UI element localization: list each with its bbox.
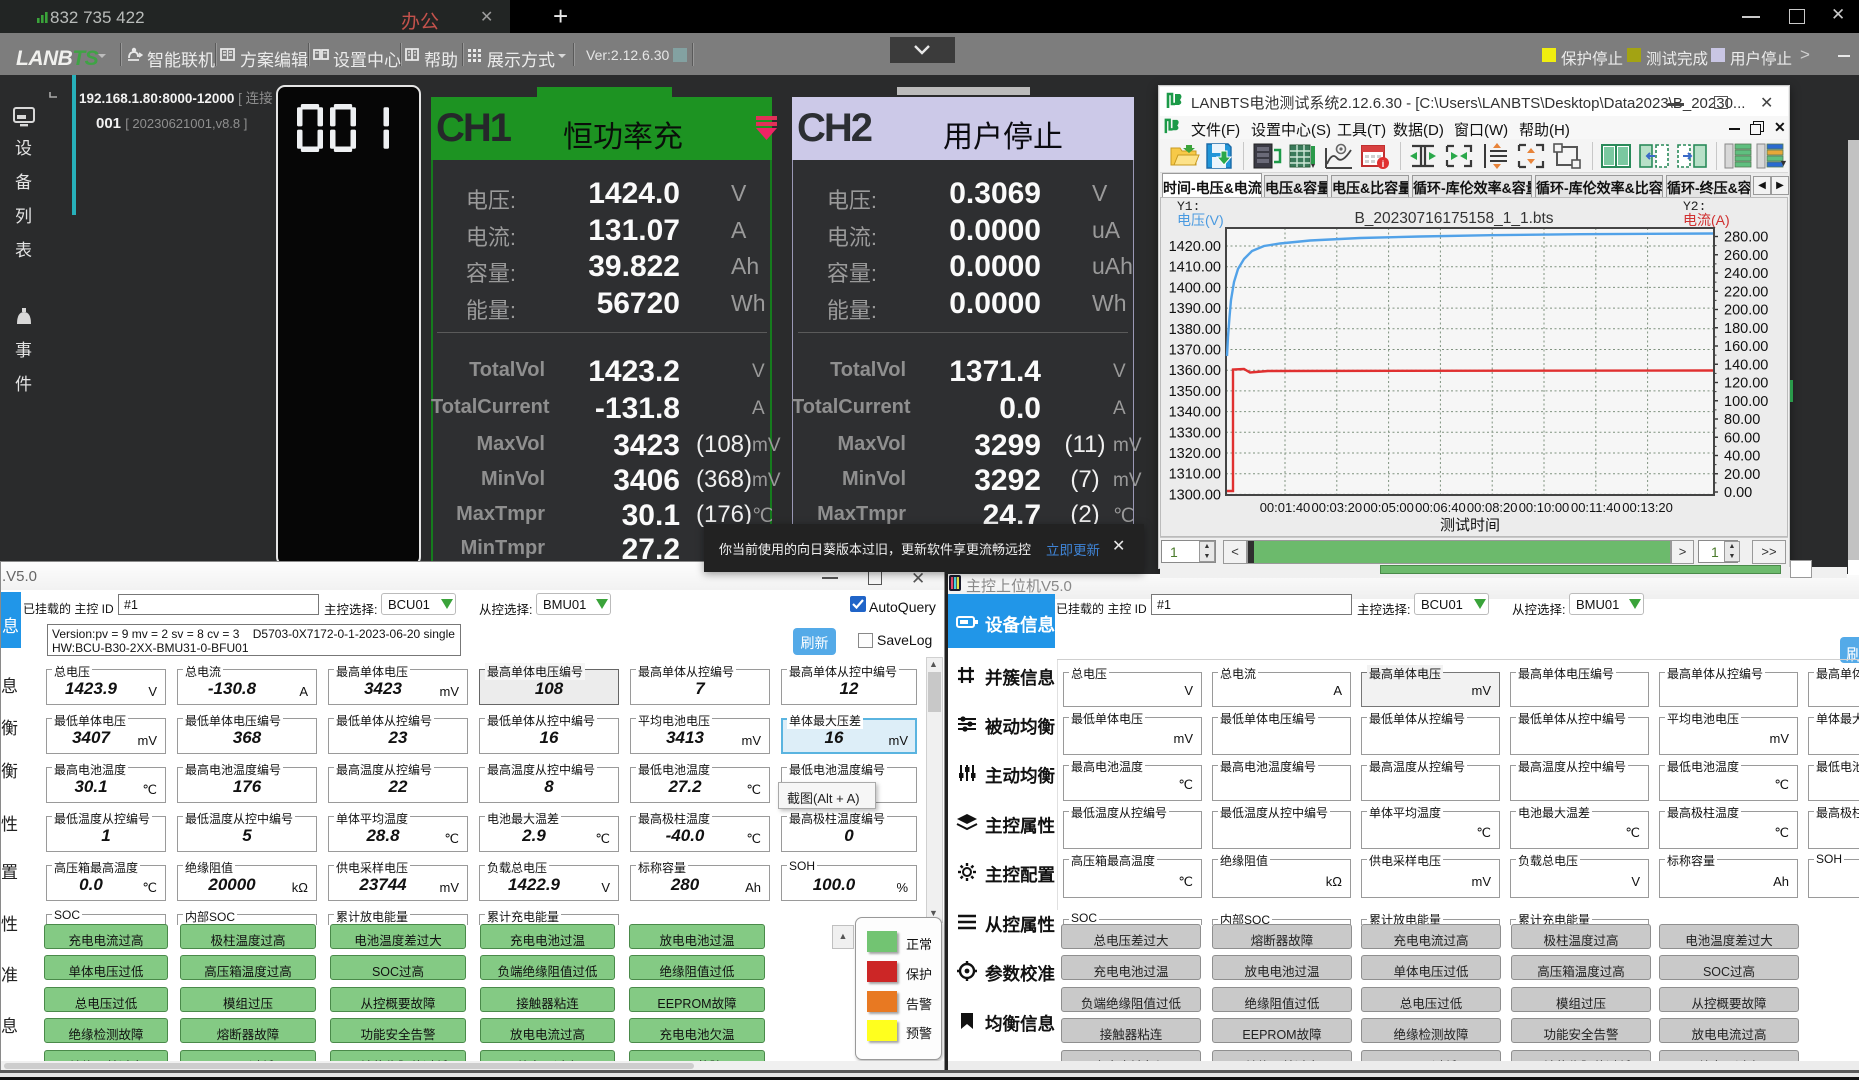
svg-text:00:13:20: 00:13:20 xyxy=(1622,500,1673,515)
svg-text:1350.00: 1350.00 xyxy=(1169,384,1221,400)
svg-text:B_20230716175158_1_1.bts: B_20230716175158_1_1.bts xyxy=(1354,210,1553,227)
svg-text:100.00: 100.00 xyxy=(1724,394,1768,410)
svg-text:1410.00: 1410.00 xyxy=(1169,260,1221,276)
svg-text:1300.00: 1300.00 xyxy=(1169,487,1221,503)
svg-text:00:08:20: 00:08:20 xyxy=(1467,500,1518,515)
svg-text:00:11:40: 00:11:40 xyxy=(1571,500,1621,515)
svg-text:1360.00: 1360.00 xyxy=(1169,363,1221,379)
svg-text:00:06:40: 00:06:40 xyxy=(1415,500,1466,515)
svg-text:1380.00: 1380.00 xyxy=(1169,322,1221,338)
svg-text:140.00: 140.00 xyxy=(1724,357,1768,373)
svg-text:1310.00: 1310.00 xyxy=(1169,467,1221,483)
svg-text:220.00: 220.00 xyxy=(1724,284,1768,300)
svg-text:1390.00: 1390.00 xyxy=(1169,301,1221,317)
svg-text:280.00: 280.00 xyxy=(1724,230,1768,246)
svg-text:测试时间: 测试时间 xyxy=(1440,517,1500,534)
svg-text:00:10:00: 00:10:00 xyxy=(1519,500,1570,515)
svg-text:电流(A): 电流(A) xyxy=(1683,212,1730,228)
svg-text:00:03:20: 00:03:20 xyxy=(1311,500,1362,515)
svg-text:40.00: 40.00 xyxy=(1724,449,1760,465)
svg-text:00:05:00: 00:05:00 xyxy=(1363,500,1414,515)
svg-text:260.00: 260.00 xyxy=(1724,248,1768,264)
svg-text:1320.00: 1320.00 xyxy=(1169,446,1221,462)
svg-text:00:01:40: 00:01:40 xyxy=(1260,500,1311,515)
svg-text:240.00: 240.00 xyxy=(1724,266,1768,282)
svg-text:电压(V): 电压(V) xyxy=(1177,212,1224,228)
svg-text:0.00: 0.00 xyxy=(1724,485,1752,501)
svg-text:1400.00: 1400.00 xyxy=(1169,280,1221,296)
svg-text:i: i xyxy=(1382,159,1385,169)
svg-text:1370.00: 1370.00 xyxy=(1169,343,1221,359)
svg-text:1420.00: 1420.00 xyxy=(1169,239,1221,255)
svg-text:80.00: 80.00 xyxy=(1724,412,1760,428)
svg-text:1340.00: 1340.00 xyxy=(1169,405,1221,421)
svg-text:60.00: 60.00 xyxy=(1724,430,1760,446)
svg-text:120.00: 120.00 xyxy=(1724,376,1768,392)
svg-text:200.00: 200.00 xyxy=(1724,303,1768,319)
svg-text:20.00: 20.00 xyxy=(1724,467,1760,483)
svg-text:1330.00: 1330.00 xyxy=(1169,425,1221,441)
svg-text:180.00: 180.00 xyxy=(1724,321,1768,337)
svg-text:160.00: 160.00 xyxy=(1724,339,1768,355)
